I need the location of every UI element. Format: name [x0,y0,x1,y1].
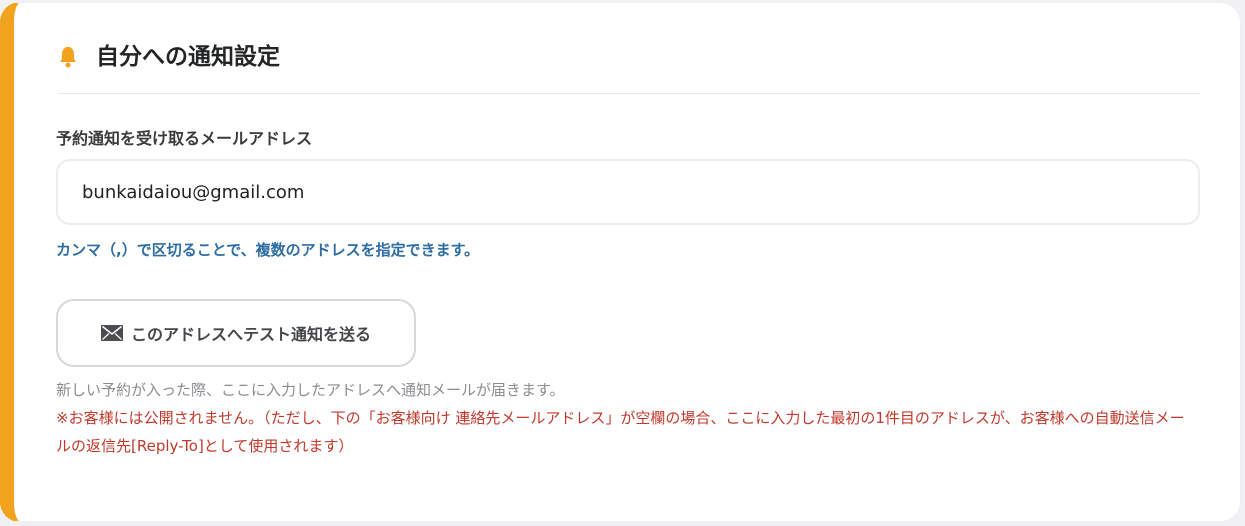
privacy-warning-note: ※お客様には公開されません。（ただし、下の「お客様向け 連絡先メールアドレス」が… [56,409,1185,455]
section-title: 自分への通知設定 [96,44,280,70]
mail-icon [100,325,123,341]
bell-icon [60,47,76,68]
email-field-hint: カンマ（,）で区切ることで、複数のアドレスを指定できます。 [56,241,480,259]
notification-email-input[interactable] [56,159,1200,225]
section-header: 自分への通知設定 [58,41,1200,94]
email-field-label: 予約通知を受け取るメールアドレス [56,129,313,148]
send-test-notification-button[interactable]: このアドレスへテスト通知を送る [56,299,416,367]
info-note: 新しい予約が入った際、ここに入力したアドレスへ通知メールが届きます。 [56,381,565,399]
notification-settings-card: 自分への通知設定 予約通知を受け取るメールアドレス カンマ（,）で区切ることで、… [0,2,1241,522]
send-test-notification-label: このアドレスへテスト通知を送る [130,325,371,344]
